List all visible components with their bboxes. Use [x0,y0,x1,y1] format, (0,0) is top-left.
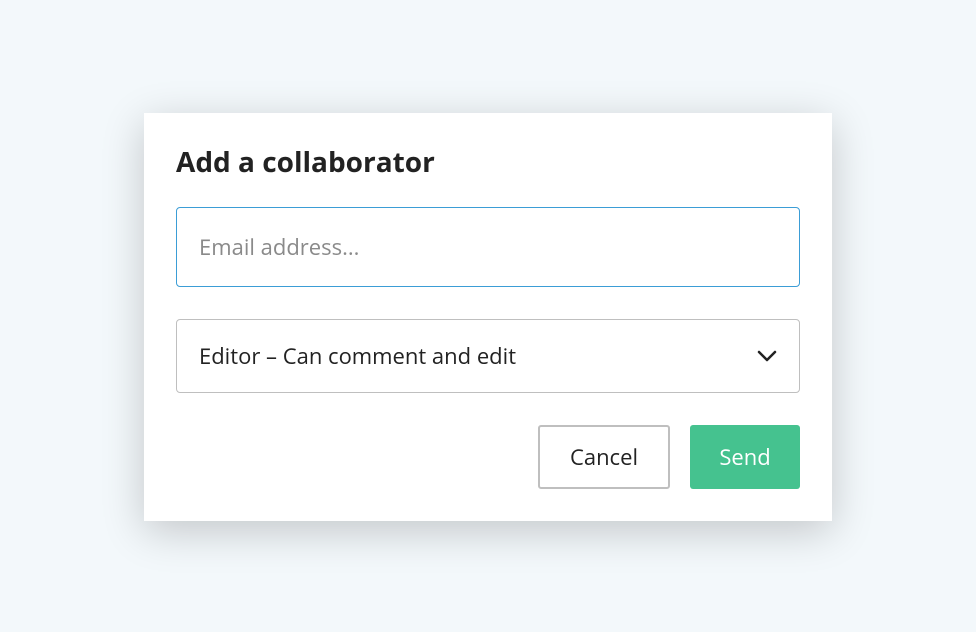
send-button[interactable]: Send [690,425,800,489]
modal-title: Add a collaborator [176,143,800,181]
chevron-down-icon [757,346,777,366]
email-input[interactable] [176,207,800,287]
role-select[interactable]: Editor – Can comment and edit [176,319,800,393]
role-select-value: Editor – Can comment and edit [199,341,757,371]
button-row: Cancel Send [176,425,800,489]
cancel-button[interactable]: Cancel [538,425,670,489]
add-collaborator-modal: Add a collaborator Editor – Can comment … [144,113,832,521]
